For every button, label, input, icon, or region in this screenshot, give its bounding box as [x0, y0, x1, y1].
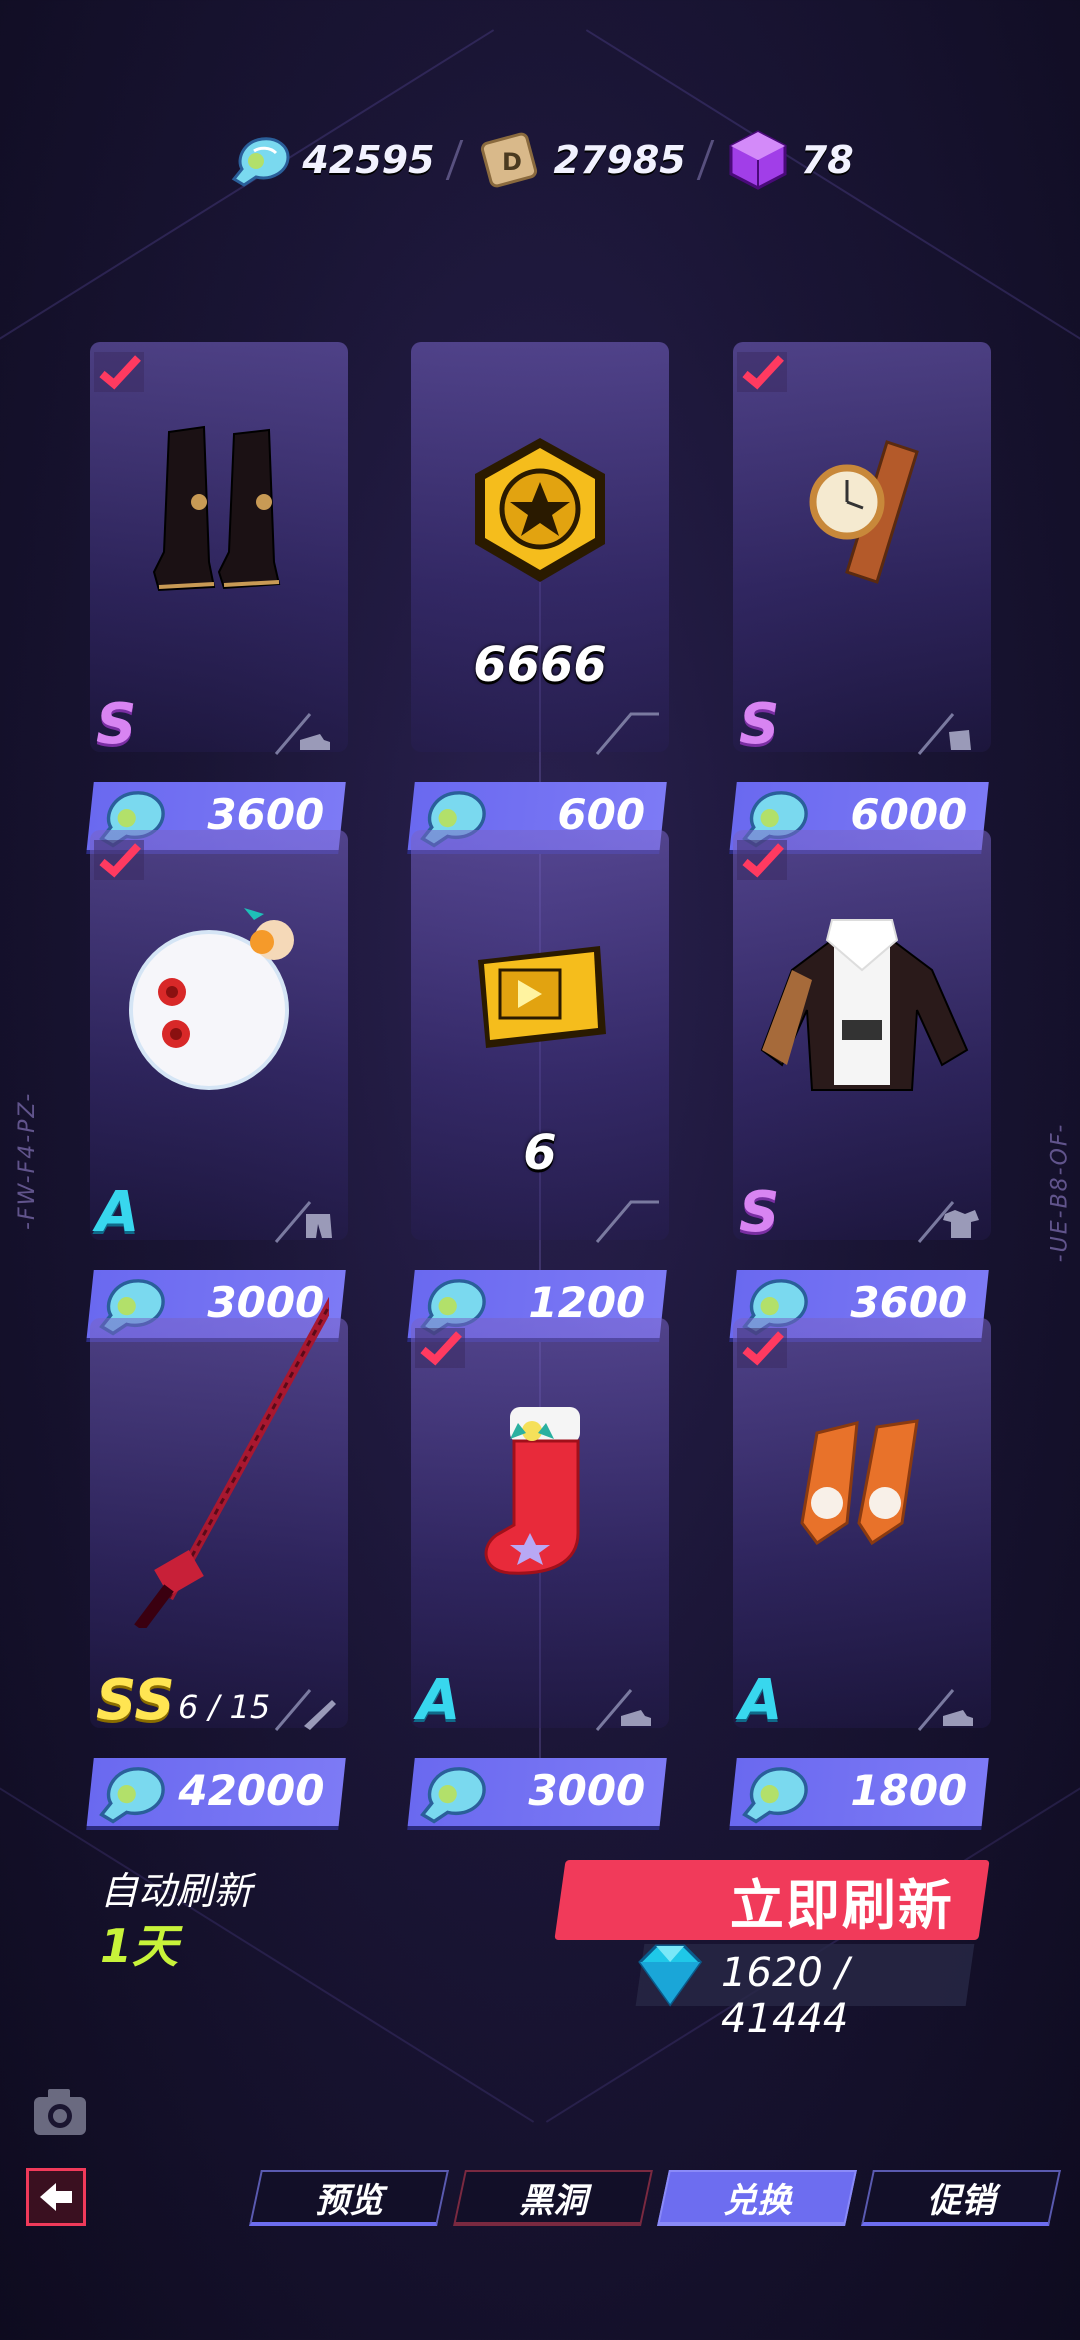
shop-item-bomber-jacket[interactable]: S 3600	[729, 830, 991, 1342]
gold-token-image	[475, 438, 605, 582]
orange-shoes-image	[800, 1419, 919, 1546]
item-quantity: 6666	[473, 637, 607, 693]
currency-cube: 78	[725, 128, 854, 192]
tab-exchange[interactable]: 兑换	[657, 2170, 857, 2226]
collection-progress: 6 / 15	[178, 1688, 271, 1726]
side-tag-right: -UE-B8-OF-	[1047, 1122, 1073, 1263]
empty-slot-icon	[595, 1200, 659, 1243]
auto-refresh-label: 自动刷新	[100, 1869, 253, 1913]
tab-black-hole[interactable]: 黑洞	[453, 2170, 653, 2226]
rank-badge: A	[96, 1180, 140, 1245]
rank-badge: S	[739, 692, 780, 757]
shoes-slot-icon	[274, 713, 330, 755]
item-quantity: 6	[523, 1125, 557, 1181]
price-button[interactable]: 42000	[86, 1758, 346, 1830]
separator	[445, 140, 463, 180]
tab-label: 预览	[315, 2180, 384, 2221]
empty-slot-icon	[595, 712, 659, 755]
tab-promotion[interactable]: 促销	[861, 2170, 1061, 2226]
currency-coin-value: 27985	[553, 138, 686, 182]
price-button[interactable]: 1800	[729, 1758, 989, 1830]
tab-label: 兑换	[723, 2180, 792, 2221]
refresh-cost-value: 1620 / 41444	[721, 1950, 850, 2042]
rank-badge: S	[739, 1180, 780, 1245]
currency-cube-value: 78	[800, 138, 854, 182]
refresh-now-label: 立即刷新	[730, 1873, 954, 1937]
back-arrow-icon	[40, 2183, 72, 2211]
back-button[interactable]	[26, 2168, 86, 2226]
currency-coin: D 27985	[474, 128, 686, 192]
shop-item-video-ticket[interactable]: 6 1200	[407, 830, 669, 1342]
shoes-slot-icon	[595, 1689, 651, 1731]
item-image	[411, 382, 669, 642]
separator	[696, 140, 715, 180]
camera-icon[interactable]	[30, 2085, 90, 2139]
item-image	[90, 870, 348, 1130]
boots-image	[152, 425, 281, 592]
glove-slot-icon	[917, 713, 971, 755]
shop-item-gold-token[interactable]: 6666 600	[407, 342, 669, 854]
item-image	[411, 1358, 669, 1618]
currency-fish: 42595	[226, 131, 435, 189]
shop-item-red-katana[interactable]: SS 6 / 15 42000	[86, 1296, 348, 1830]
tab-label: 黑洞	[519, 2180, 588, 2221]
gem-icon	[638, 1944, 703, 2007]
shop-item-black-boots[interactable]: S 3600	[86, 342, 348, 854]
shop-item-snowball[interactable]: A 3000	[86, 830, 348, 1342]
weapon-slot-icon	[274, 1689, 336, 1731]
rank-badge: SS	[96, 1668, 175, 1733]
item-price: 42000	[178, 1766, 325, 1815]
shop-item-orange-pom-shoes[interactable]: A 1800	[729, 1318, 991, 1830]
item-image	[733, 1358, 991, 1618]
refresh-cost: 1620 / 41444	[635, 1944, 975, 2042]
item-image	[90, 1288, 348, 1628]
video-ticket-image	[478, 946, 606, 1048]
top-slot-icon	[917, 1201, 979, 1243]
snowball-image	[129, 908, 294, 1090]
katana-image	[134, 1296, 329, 1628]
purple-cube-icon	[729, 130, 787, 190]
currency-bar: 42595 D 27985 78	[0, 120, 1080, 200]
fish-currency-icon	[232, 137, 290, 187]
side-tag-left: -FW-F4-PZ-	[15, 1091, 40, 1230]
item-price: 1800	[850, 1766, 968, 1815]
tab-label: 促销	[927, 2180, 996, 2221]
currency-fish-value: 42595	[302, 138, 435, 182]
fish-currency-icon	[420, 1767, 486, 1824]
shoes-slot-icon	[917, 1689, 973, 1731]
fish-currency-icon	[99, 1767, 165, 1824]
auto-refresh-countdown: 1天	[100, 1919, 179, 1973]
pants-slot-icon	[274, 1201, 332, 1243]
shop-item-wrist-watch[interactable]: S 6000	[729, 342, 991, 854]
price-button[interactable]: 3000	[407, 1758, 667, 1830]
rank-badge: A	[417, 1668, 461, 1733]
item-price: 3000	[528, 1766, 646, 1815]
svg-text:D: D	[502, 148, 522, 176]
jacket-image	[760, 919, 969, 1091]
tab-preview[interactable]: 预览	[249, 2170, 449, 2226]
stocking-image	[484, 1407, 580, 1575]
item-image	[733, 382, 991, 642]
bottom-tabs: 预览 黑洞 兑换 促销	[249, 2170, 1061, 2226]
d-coin-icon: D	[480, 132, 537, 188]
item-image	[733, 870, 991, 1130]
rank-badge: S	[96, 692, 137, 757]
fish-currency-icon	[742, 1767, 808, 1824]
rank-badge: A	[739, 1668, 783, 1733]
watch-image	[809, 440, 919, 584]
item-image	[90, 382, 348, 642]
item-image	[411, 870, 669, 1130]
refresh-now-button[interactable]: 立即刷新	[554, 1860, 990, 1940]
shop-item-christmas-stocking[interactable]: A 3000	[407, 1318, 669, 1830]
